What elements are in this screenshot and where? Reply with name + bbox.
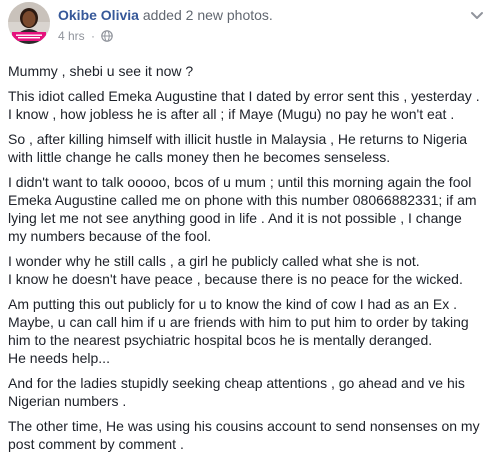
post-text-line: So , after killing himself with illicit … (8, 131, 468, 147)
post-text-line: He needs help... (8, 350, 110, 366)
facebook-post: Okibe Olivia added 2 new photos. 4 hrs ·… (0, 0, 496, 466)
post-header: Okibe Olivia added 2 new photos. 4 hrs · (0, 0, 496, 52)
post-text-line: with little change he calls money then h… (8, 149, 391, 165)
post-meta: 4 hrs · (58, 28, 114, 46)
post-text-line: I know , how jobless he is after all ; i… (8, 106, 455, 122)
post-text-line: Am putting this out publicly for u to kn… (8, 296, 458, 312)
post-timestamp[interactable]: 4 hrs (58, 29, 85, 43)
post-paragraph: So , after killing himself with illicit … (8, 130, 492, 166)
author-line: Okibe Olivia added 2 new photos. (58, 6, 273, 24)
post-text-line: The other time, He was using his cousins… (8, 418, 480, 434)
post-text-line: I wonder why he still calls , a girl he … (8, 253, 420, 269)
post-text-line: Nigerian numbers . (8, 393, 127, 409)
avatar[interactable] (8, 2, 50, 44)
author-name-link[interactable]: Okibe Olivia (58, 7, 139, 23)
post-text-line: my numbers because of the fool. (8, 228, 212, 244)
post-text-line: lying let me not see anything good in li… (8, 210, 462, 226)
post-text-line: Emeka Augustine called me on phone with … (8, 192, 477, 208)
post-text-line: This idiot called Emeka Augustine that I… (8, 88, 480, 104)
globe-icon[interactable] (101, 30, 114, 46)
post-text-line: Mummy , shebi u see it now ? (8, 63, 194, 79)
post-text-line: I know he doesn't have peace , because t… (8, 271, 463, 287)
post-text-line: post comment by comment . (8, 436, 184, 452)
meta-separator: · (91, 29, 96, 43)
post-paragraph: This idiot called Emeka Augustine that I… (8, 87, 492, 123)
chevron-down-icon[interactable] (470, 8, 484, 19)
post-paragraph: The other time, He was using his cousins… (8, 417, 492, 453)
post-text-line: I didn't want to talk ooooo, bcos of u m… (8, 174, 472, 190)
post-text-line: Maybe, u can call him if u are friends w… (8, 314, 469, 330)
profile-photo (8, 2, 50, 44)
post-paragraph: Am putting this out publicly for u to kn… (8, 295, 492, 367)
post-paragraph: I didn't want to talk ooooo, bcos of u m… (8, 173, 492, 245)
post-text-line: him to the nearest psychiatric hospital … (8, 332, 433, 348)
post-message: Mummy , shebi u see it now ? This idiot c… (8, 62, 492, 460)
post-action-text: added 2 new photos. (142, 7, 273, 23)
post-paragraph: And for the ladies stupidly seeking chea… (8, 374, 492, 410)
post-paragraph: Mummy , shebi u see it now ? (8, 62, 492, 80)
post-paragraph: I wonder why he still calls , a girl he … (8, 252, 492, 288)
post-text-line: And for the ladies stupidly seeking chea… (8, 375, 465, 391)
